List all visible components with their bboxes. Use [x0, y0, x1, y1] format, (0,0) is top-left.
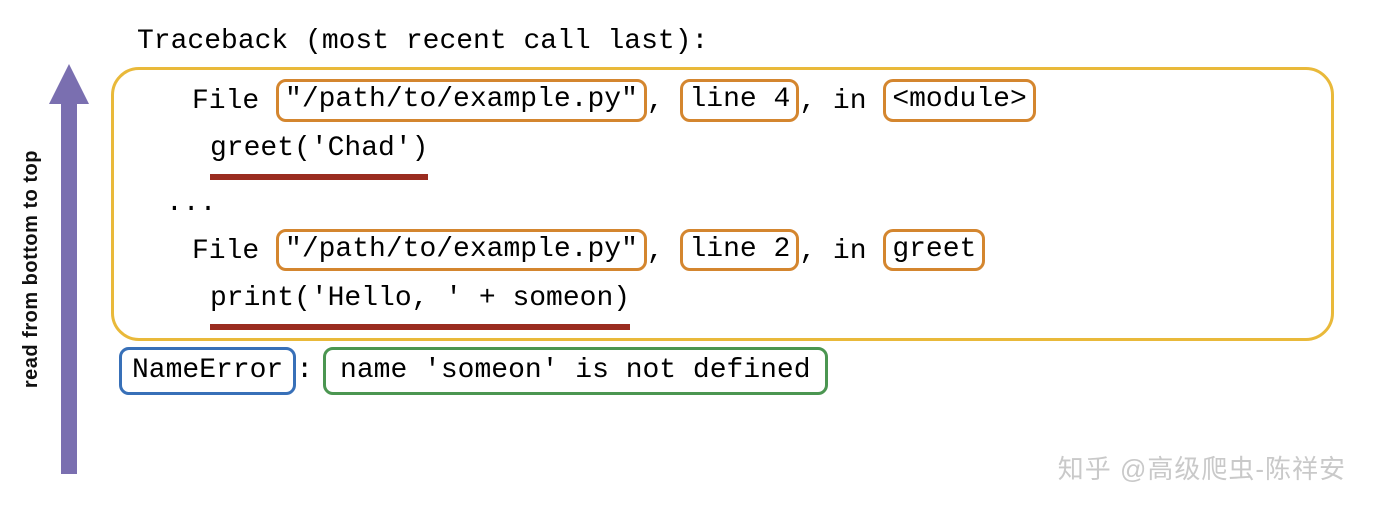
frame-line-token: line 4 — [680, 79, 799, 121]
frame-prefix: File — [192, 236, 276, 267]
frame-prefix: File — [192, 86, 276, 117]
frame-1-location: File "/path/to/example.py", line 2, in g… — [140, 228, 1311, 276]
frame-sep: , — [647, 236, 681, 267]
frame-line-token: line 2 — [680, 229, 799, 271]
frame-scope-token: greet — [883, 229, 985, 271]
traceback-content: Traceback (most recent call last): File … — [111, 20, 1334, 488]
error-colon: : — [296, 350, 313, 392]
diagram-root: read from bottom to top Traceback (most … — [20, 20, 1334, 488]
arrow-row: read from bottom to top — [20, 70, 89, 468]
frame-0-code: greet('Chad') — [140, 125, 1311, 180]
frame-sep: , in — [799, 236, 883, 267]
frame-path-token: "/path/to/example.py" — [276, 229, 647, 271]
frame-path-token: "/path/to/example.py" — [276, 79, 647, 121]
arrow-label: read from bottom to top — [20, 150, 43, 388]
frame-scope-token: <module> — [883, 79, 1035, 121]
frame-sep: , in — [799, 86, 883, 117]
arrow-up-icon — [49, 64, 89, 474]
frame-code-underlined: greet('Chad') — [210, 125, 428, 180]
error-line: NameError: name 'someon' is not defined — [111, 347, 1334, 395]
frame-sep: , — [647, 86, 681, 117]
error-type-box: NameError — [119, 347, 296, 395]
error-message-box: name 'someon' is not defined — [323, 347, 827, 395]
traceback-frames-box: File "/path/to/example.py", line 4, in <… — [111, 67, 1334, 341]
frame-0-location: File "/path/to/example.py", line 4, in <… — [140, 78, 1311, 126]
traceback-ellipsis: ... — [140, 180, 1311, 228]
frame-1-code: print('Hello, ' + someon) — [140, 275, 1311, 330]
arrow-column: read from bottom to top — [20, 20, 89, 488]
frame-code-underlined: print('Hello, ' + someon) — [210, 275, 630, 330]
traceback-header: Traceback (most recent call last): — [111, 20, 1334, 65]
